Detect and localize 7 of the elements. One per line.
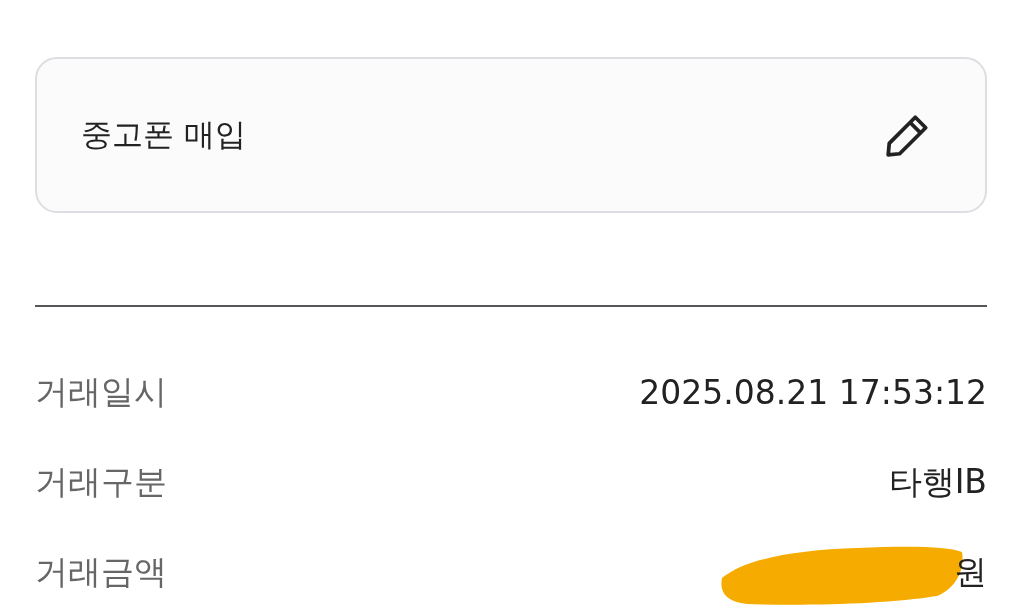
detail-value: 원 — [954, 550, 987, 593]
detail-label: 거래일시 — [35, 370, 167, 413]
detail-value: 2025.08.21 17:53:12 — [639, 372, 987, 412]
detail-label: 거래구분 — [35, 460, 167, 503]
memo-text: 중고폰 매입 — [81, 115, 246, 154]
detail-label: 거래금액 — [35, 550, 167, 593]
detail-value: 타행IB — [888, 460, 987, 503]
